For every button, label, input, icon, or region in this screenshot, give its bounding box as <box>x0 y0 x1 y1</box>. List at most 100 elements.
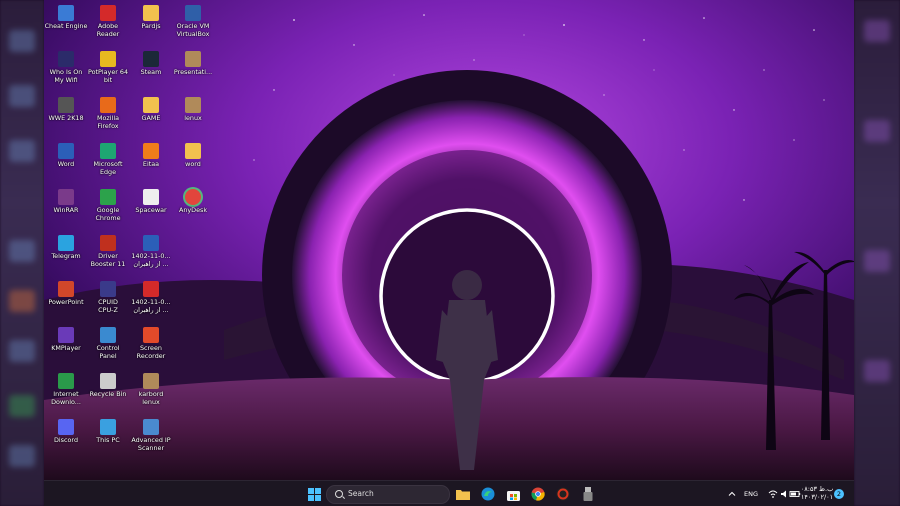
ip-scanner-icon <box>143 419 159 435</box>
usb-tool-taskbar-button[interactable] <box>580 486 596 502</box>
notification-count-badge: 2 <box>834 489 844 499</box>
desktop-icon-label: lenux <box>184 114 202 122</box>
desktop-icon[interactable]: GAME <box>129 97 173 123</box>
desktop-icon[interactable]: 1402-11-0... از راهبران ... <box>129 235 173 268</box>
volume-icon <box>781 490 786 498</box>
network-volume-battery[interactable] <box>768 481 802 506</box>
desktop-icon[interactable]: WinRAR <box>44 189 88 215</box>
powerpoint-icon <box>58 281 74 297</box>
desktop-icon[interactable]: PowerPoint <box>44 281 88 307</box>
wwe-game-icon <box>58 97 74 113</box>
archive-file-icon <box>185 97 201 113</box>
virtualbox-icon <box>185 5 201 21</box>
desktop-icon-label: WWE 2K18 <box>48 114 84 122</box>
desktop-icon[interactable]: Adobe Reader <box>86 5 130 38</box>
desktop-icon[interactable]: PotPlayer 64 bit <box>86 51 130 84</box>
driver-booster-icon <box>100 235 116 251</box>
desktop-icon[interactable]: This PC <box>86 419 130 445</box>
store-taskbar-button[interactable] <box>505 486 521 502</box>
notification-center-button[interactable]: 2 <box>834 481 846 506</box>
driver-booster-taskbar-button[interactable] <box>555 486 571 502</box>
taskbar-search-box[interactable]: Search <box>326 485 450 504</box>
store-icon <box>506 490 520 501</box>
tray-overflow-chevron[interactable] <box>728 481 738 506</box>
desktop-icon[interactable]: Discord <box>44 419 88 445</box>
windows-logo-icon <box>307 487 321 501</box>
desktop-icon-label: Driver Booster 11 <box>90 252 126 268</box>
desktop-icon-label: Cheat Engine <box>44 22 88 30</box>
desktop-icon[interactable]: CPUID CPU-Z <box>86 281 130 314</box>
desktop-icon[interactable]: Oracle VM VirtualBox <box>171 5 215 38</box>
desktop-icon-grid: Cheat Engine Adobe Reader Pardjs Oracle VM … <box>44 0 854 480</box>
desktop-icon-label: 1402-11-0... از راهبران ... <box>131 298 171 314</box>
desktop-icon-label: Microsoft Edge <box>93 160 123 176</box>
desktop-icon[interactable]: karbord lenux <box>129 373 173 406</box>
desktop-icon[interactable]: Screen Recorder <box>129 327 173 360</box>
desktop-icon[interactable]: Recycle Bin <box>86 373 130 399</box>
desktop-icon-label: PotPlayer 64 bit <box>87 68 129 84</box>
desktop-icon-label: Discord <box>53 436 79 444</box>
clock-time: ۰۸:۵۳ ب.ظ <box>800 485 834 493</box>
desktop-icon-label: Oracle VM VirtualBox <box>176 22 210 38</box>
desktop-icon[interactable]: Advanced IP Scanner <box>129 419 173 452</box>
desktop-icon[interactable]: Word <box>44 143 88 169</box>
right-background-blur <box>854 0 900 506</box>
desktop-icon[interactable]: Steam <box>129 51 173 77</box>
desktop-icon[interactable]: Telegram <box>44 235 88 261</box>
eitaa-icon <box>143 143 159 159</box>
file-explorer-button[interactable] <box>455 486 471 502</box>
taskbar: Search ENG ۰۸:۵۳ ب.ظ ۱۴۰۳/۰۲/۰۱ 2 <box>44 480 854 506</box>
desktop-icon[interactable]: Spacewar <box>129 189 173 215</box>
adobe-reader-icon <box>100 5 116 21</box>
word-document-icon <box>143 235 159 251</box>
internet-download-manager-icon <box>58 373 74 389</box>
desktop-icon-label: Advanced IP Scanner <box>131 436 171 452</box>
desktop-icon[interactable]: Presentati... <box>171 51 215 77</box>
desktop-icon[interactable]: KMPlayer <box>44 327 88 353</box>
desktop-icon-label: Adobe Reader <box>96 22 120 38</box>
desktop-icon[interactable]: Internet Downlo... <box>44 373 88 406</box>
kmplayer-icon <box>58 327 74 343</box>
chevron-up-icon <box>728 491 736 496</box>
desktop-icon-label: AnyDesk <box>178 206 208 214</box>
search-placeholder: Search <box>348 489 374 498</box>
desktop-icon[interactable]: AnyDesk <box>171 189 215 215</box>
usb-drive-icon <box>583 487 593 501</box>
folder-icon <box>143 97 159 113</box>
desktop-icon[interactable]: Who Is On My Wifi <box>44 51 88 84</box>
desktop-icon[interactable]: Control Panel <box>86 327 130 360</box>
desktop-icon[interactable]: lenux <box>171 97 215 123</box>
telegram-icon <box>58 235 74 251</box>
desktop-icon[interactable]: Eitaa <box>129 143 173 169</box>
winrar-icon <box>58 189 74 205</box>
control-panel-icon <box>100 327 116 343</box>
chrome-icon <box>100 189 116 205</box>
desktop-icon[interactable]: WWE 2K18 <box>44 97 88 123</box>
desktop-icon[interactable]: Cheat Engine <box>44 5 88 31</box>
desktop-icon-label: Spacewar <box>135 206 167 214</box>
desktop-icon[interactable]: Microsoft Edge <box>86 143 130 176</box>
desktop-icon[interactable]: Mozilla Firefox <box>86 97 130 130</box>
desktop-icon-label: Steam <box>140 68 162 76</box>
desktop-icon[interactable]: word <box>171 143 215 169</box>
chrome-icon <box>531 487 545 501</box>
chrome-taskbar-button[interactable] <box>530 486 546 502</box>
start-button[interactable] <box>306 486 322 502</box>
firefox-icon <box>100 97 116 113</box>
discord-icon <box>58 419 74 435</box>
clock[interactable]: ۰۸:۵۳ ب.ظ ۱۴۰۳/۰۲/۰۱ <box>800 481 834 506</box>
battery-icon <box>789 491 801 497</box>
desktop-icon[interactable]: Pardjs <box>129 5 173 31</box>
desktop-icon-label: Telegram <box>51 252 81 260</box>
folder-icon <box>143 5 159 21</box>
presentation-file-icon <box>185 51 201 67</box>
desktop-icon-label: Word <box>57 160 75 168</box>
desktop-icon-label: Presentati... <box>173 68 213 76</box>
language-indicator[interactable]: ENG <box>744 481 764 506</box>
edge-taskbar-button[interactable] <box>480 486 496 502</box>
desktop-icon[interactable]: Driver Booster 11 <box>86 235 130 268</box>
desktop-icon[interactable]: 1402-11-0... از راهبران ... <box>129 281 173 314</box>
wifi-icon <box>768 490 778 498</box>
desktop-icon[interactable]: Google Chrome <box>86 189 130 222</box>
document-file-icon <box>143 189 159 205</box>
